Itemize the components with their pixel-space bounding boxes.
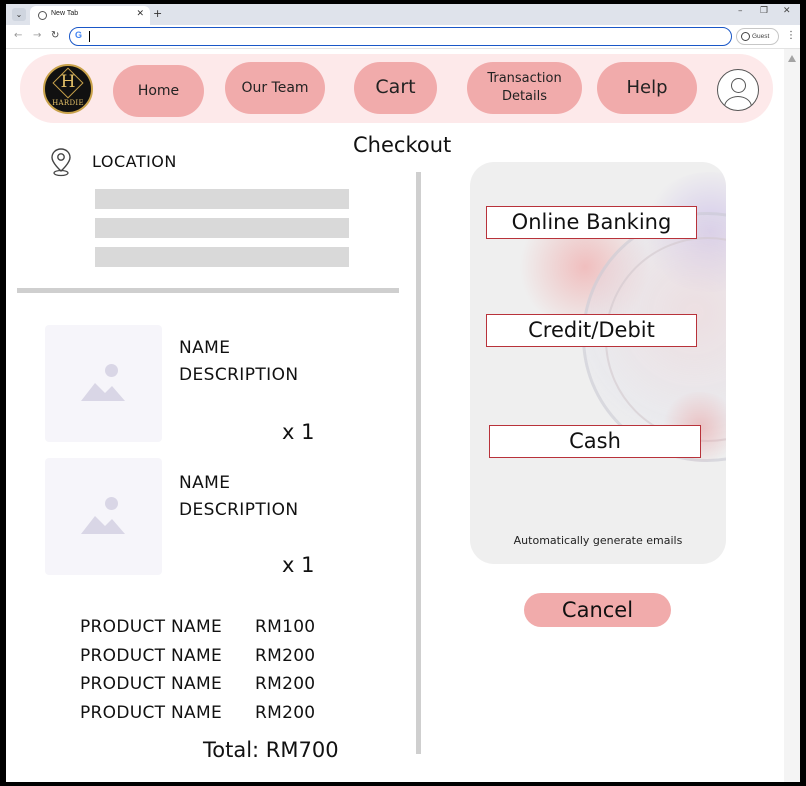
window-close-icon[interactable]: ✕ [783, 6, 791, 16]
nav-team-button[interactable]: Our Team [225, 62, 325, 114]
summary-product: PRODUCT NAME [80, 674, 222, 694]
nav-transactions-label-1: Transaction [487, 71, 562, 87]
image-placeholder-icon [81, 516, 125, 534]
credit-debit-button[interactable]: Credit/Debit [486, 314, 697, 347]
menu-icon[interactable]: ⋮ [786, 30, 796, 41]
scroll-up-icon[interactable] [788, 55, 796, 62]
cart-item-name: NAME [179, 473, 231, 493]
section-divider [17, 288, 399, 293]
address-bar[interactable]: G [69, 27, 732, 46]
profile-button[interactable]: Guest [736, 28, 779, 45]
credit-debit-label: Credit/Debit [528, 318, 655, 342]
minimize-icon[interactable]: – [738, 6, 743, 16]
cart-item-text: NAME DESCRIPTION [179, 470, 298, 524]
summary-price: RM200 [255, 646, 316, 666]
scrollbar[interactable] [784, 49, 800, 782]
summary-row: PRODUCT NAME RM200 [80, 674, 315, 694]
back-icon[interactable]: ← [14, 30, 22, 41]
browser-window: ⌄ New Tab ✕ + – ❐ ✕ ← → ↻ G Guest ⋮ H HA… [6, 4, 800, 782]
order-total: Total: RM700 [203, 738, 339, 762]
email-note: Automatically generate emails [513, 534, 683, 547]
cash-button[interactable]: Cash [489, 425, 701, 458]
online-banking-button[interactable]: Online Banking [486, 206, 697, 239]
close-tab-icon[interactable]: ✕ [136, 9, 144, 19]
location-label: LOCATION [92, 152, 177, 171]
checkout-page: H HARDIE Home Our Team Cart Transaction … [6, 49, 800, 782]
site-navbar: H HARDIE Home Our Team Cart Transaction … [20, 54, 773, 123]
hardie-logo[interactable]: H HARDIE [43, 64, 93, 114]
avatar-head [731, 78, 746, 93]
cart-item-description: DESCRIPTION [179, 500, 299, 520]
address-line-3 [95, 247, 349, 267]
google-icon: G [75, 30, 83, 40]
page-title: Checkout [353, 133, 452, 157]
summary-product: PRODUCT NAME [80, 646, 222, 666]
nav-transactions-label-2: Details [501, 89, 548, 104]
globe-icon [38, 11, 47, 20]
address-line-2 [95, 218, 349, 238]
text-caret [89, 31, 90, 42]
image-placeholder-icon [81, 383, 125, 401]
tab-strip: ⌄ New Tab ✕ + – ❐ ✕ [6, 4, 800, 25]
reload-icon[interactable]: ↻ [51, 30, 59, 41]
tab-title: New Tab [51, 10, 79, 17]
new-tab-icon[interactable]: + [153, 7, 162, 20]
profile-label: Guest [752, 33, 770, 40]
nav-team-label: Our Team [241, 79, 309, 96]
nav-help-button[interactable]: Help [597, 62, 697, 114]
cart-item-description: DESCRIPTION [179, 365, 299, 385]
summary-price: RM100 [255, 617, 316, 637]
browser-toolbar: ← → ↻ G Guest ⋮ [6, 25, 800, 49]
cart-item-quantity: x 1 [282, 553, 315, 577]
nav-help-label: Help [626, 76, 668, 98]
summary-product: PRODUCT NAME [80, 703, 222, 723]
restore-icon[interactable]: ❐ [760, 6, 768, 16]
summary-row: PRODUCT NAME RM100 [80, 617, 315, 637]
nav-home-label: Home [137, 82, 180, 99]
address-line-1 [95, 189, 349, 209]
cancel-button[interactable]: Cancel [524, 593, 671, 627]
user-avatar-icon[interactable] [717, 69, 759, 111]
summary-price: RM200 [255, 674, 316, 694]
browser-tab[interactable]: New Tab ✕ [30, 6, 150, 25]
cart-item-name: NAME [179, 338, 231, 358]
summary-product: PRODUCT NAME [80, 617, 222, 637]
cancel-label: Cancel [561, 598, 634, 622]
summary-row: PRODUCT NAME RM200 [80, 646, 315, 666]
tab-search-icon[interactable]: ⌄ [12, 8, 26, 21]
summary-price: RM200 [255, 703, 316, 723]
forward-icon[interactable]: → [33, 30, 41, 41]
person-icon [741, 32, 750, 41]
product-image-placeholder [45, 325, 162, 442]
avatar-body [724, 96, 752, 110]
cash-label: Cash [569, 429, 621, 453]
nav-cart-label: Cart [375, 76, 416, 99]
logo-text: HARDIE [52, 99, 84, 107]
cart-item-text: NAME DESCRIPTION [179, 335, 298, 389]
product-image-placeholder [45, 458, 162, 575]
nav-transactions-button[interactable]: Transaction Details [467, 62, 582, 114]
online-banking-label: Online Banking [511, 210, 672, 234]
logo-letter: H [60, 72, 76, 92]
summary-row: PRODUCT NAME RM200 [80, 703, 315, 723]
payment-panel: Online Banking Credit/Debit Cash Automat… [470, 162, 726, 564]
column-divider [416, 172, 421, 754]
cart-item-quantity: x 1 [282, 420, 315, 444]
nav-cart-button[interactable]: Cart [354, 62, 437, 114]
nav-home-button[interactable]: Home [113, 65, 204, 117]
location-pin-icon [51, 148, 71, 177]
